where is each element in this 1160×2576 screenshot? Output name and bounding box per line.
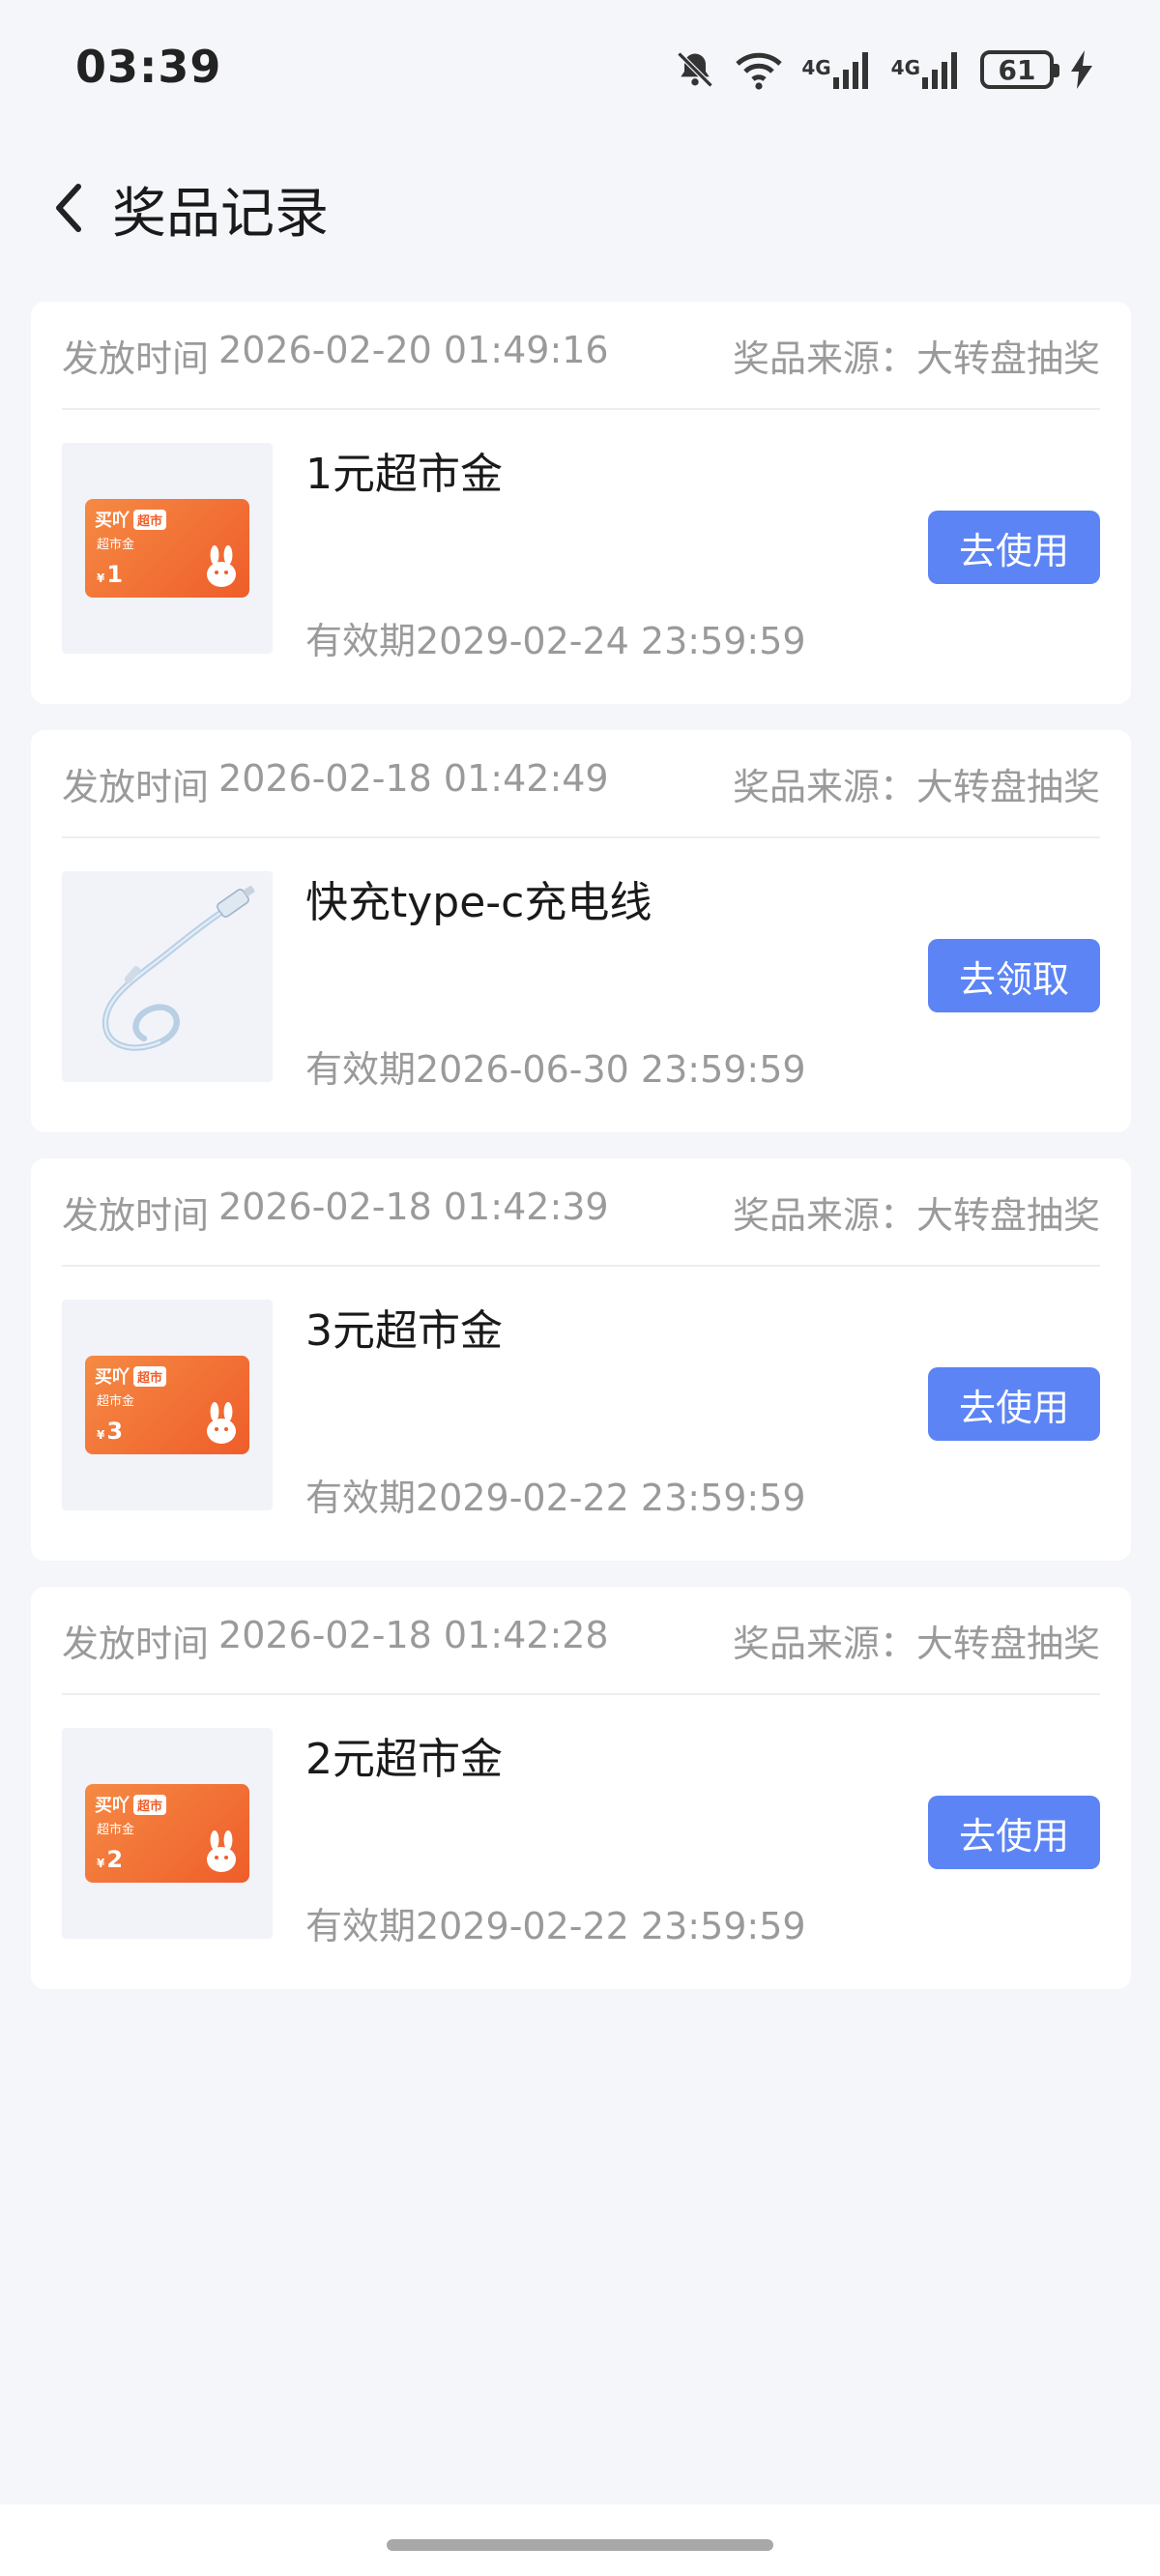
issue-time: 2026-02-20 01:49:16 [218,328,609,371]
prize-thumbnail: 买吖 超市 超市金 ¥3 [62,1300,273,1510]
record-card: 发放时间 2026-02-18 01:42:39 奖品来源：大转盘抽奖 买吖 超市… [31,1158,1131,1561]
bunny-icon [207,1830,236,1872]
coupon-image: 买吖 超市 超市金 ¥3 [85,1356,249,1454]
issue-time: 2026-02-18 01:42:39 [218,1185,609,1228]
coupon-tag: 超市 [133,509,167,530]
prize-source: 奖品来源：大转盘抽奖 [732,765,1100,808]
prize-source: 奖品来源：大转盘抽奖 [732,1622,1100,1665]
record-card: 发放时间 2026-02-18 01:42:28 奖品来源：大转盘抽奖 买吖 超市… [31,1587,1131,1989]
coupon-subtitle: 超市金 [97,1394,135,1409]
coupon-image: 买吖 超市 超市金 ¥1 [85,499,249,598]
coupon-brand: 买吖 [95,1796,130,1816]
issue-label: 发放时间 [62,1622,210,1665]
page-title: 奖品记录 [112,183,329,246]
coupon-tag: 超市 [133,1365,167,1387]
coupon-image: 买吖 超市 超市金 ¥2 [85,1784,249,1883]
nav-bar: 奖品记录 [0,145,1160,271]
prize-thumbnail: 买吖 超市 超市金 ¥1 [62,443,273,654]
issue-label: 发放时间 [62,337,210,380]
record-header: 发放时间 2026-02-18 01:42:39 奖品来源：大转盘抽奖 [62,1158,1100,1267]
record-card: 发放时间 2026-02-20 01:49:16 奖品来源：大转盘抽奖 买吖 超市… [31,302,1131,704]
record-header: 发放时间 2026-02-18 01:42:49 奖品来源：大转盘抽奖 [62,730,1100,838]
prize-source: 奖品来源：大转盘抽奖 [732,337,1100,380]
issue-label: 发放时间 [62,1193,210,1237]
prize-validity: 有效期2029-02-22 23:59:59 [305,1477,806,1519]
signal-icon: 4G [891,48,963,91]
use-button[interactable]: 去使用 [928,511,1100,584]
coupon-amount: 1 [106,561,124,588]
coupon-currency: ¥ [97,1428,105,1442]
coupon-currency: ¥ [97,571,105,585]
record-header: 发放时间 2026-02-18 01:42:28 奖品来源：大转盘抽奖 [62,1587,1100,1695]
wifi-icon [734,48,784,91]
coupon-currency: ¥ [97,1857,105,1870]
prize-thumbnail: 买吖 超市 超市金 ¥2 [62,1728,273,1939]
prize-records-page: 03:39 4G 4G 61 奖品记录 发放时间 2026-02-20 01:4… [0,0,1160,2576]
record-card: 发放时间 2026-02-18 01:42:49 奖品来源：大转盘抽奖 快充ty… [31,730,1131,1132]
issue-label: 发放时间 [62,765,210,808]
issue-info: 发放时间 2026-02-18 01:42:39 [62,1186,609,1239]
signal-icon: 4G [801,48,873,91]
chevron-left-icon [56,184,81,232]
status-bar: 03:39 4G 4G 61 [0,0,1160,135]
prize-name: 1元超市金 [305,450,503,499]
gesture-area [0,2504,1160,2576]
prize-name: 快充type-c充电线 [305,878,652,927]
issue-time: 2026-02-18 01:42:49 [218,756,609,800]
bunny-icon [207,545,236,587]
coupon-amount: 3 [106,1418,124,1445]
coupon-amount: 2 [106,1846,124,1873]
coupon-subtitle: 超市金 [97,1823,135,1837]
use-button[interactable]: 去使用 [928,1367,1100,1441]
coupon-brand: 买吖 [95,511,130,531]
bunny-icon [207,1402,236,1444]
record-header: 发放时间 2026-02-20 01:49:16 奖品来源：大转盘抽奖 [62,302,1100,410]
issue-time: 2026-02-18 01:42:28 [218,1613,609,1656]
bell-muted-icon [674,48,716,91]
coupon-subtitle: 超市金 [97,538,135,552]
prize-source: 奖品来源：大转盘抽奖 [732,1193,1100,1237]
prize-name: 3元超市金 [305,1306,503,1356]
back-button[interactable] [39,174,97,242]
prize-thumbnail [62,871,273,1082]
home-indicator[interactable] [387,2539,773,2551]
prize-validity: 有效期2029-02-22 23:59:59 [305,1905,806,1947]
prize-validity: 有效期2029-02-24 23:59:59 [305,620,806,662]
issue-info: 发放时间 2026-02-18 01:42:28 [62,1614,609,1667]
claim-button[interactable]: 去领取 [928,939,1100,1012]
cable-image [102,886,255,1051]
prize-validity: 有效期2026-06-30 23:59:59 [305,1048,806,1091]
status-icons: 4G 4G 61 [674,44,1092,95]
coupon-tag: 超市 [133,1794,167,1815]
use-button[interactable]: 去使用 [928,1796,1100,1869]
issue-info: 发放时间 2026-02-18 01:42:49 [62,757,609,810]
prize-name: 2元超市金 [305,1735,503,1784]
battery-icon: 61 [980,50,1059,89]
status-time: 03:39 [75,41,222,93]
issue-info: 发放时间 2026-02-20 01:49:16 [62,329,609,382]
coupon-brand: 买吖 [95,1367,130,1388]
record-list: 发放时间 2026-02-20 01:49:16 奖品来源：大转盘抽奖 买吖 超市… [31,302,1131,2015]
charging-icon [1071,50,1092,89]
battery-level: 61 [998,53,1036,86]
